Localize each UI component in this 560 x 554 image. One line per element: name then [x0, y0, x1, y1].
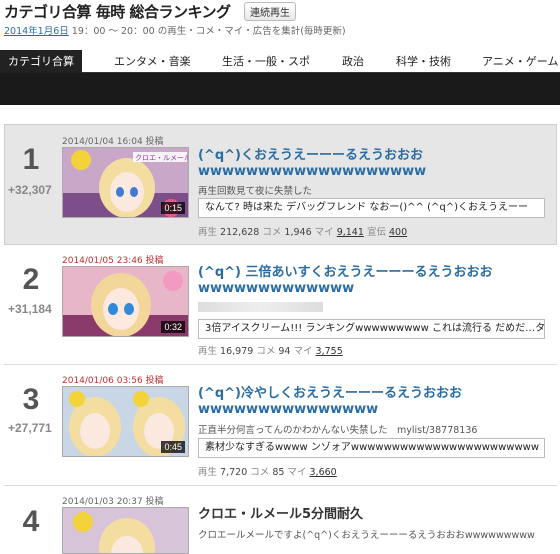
video-duration: 0:15 [161, 202, 185, 214]
latest-comment-box: 素材少なすぎるwwww ンゾォアwwwwwwwwwwwwwwwwwwwwwww [198, 438, 545, 458]
category-tabs: カテゴリ合算 エンタメ・音楽 生活・一般・スポ 政治 科学・技術 アニメ・ゲーム [0, 50, 560, 73]
comment-count: 85 [272, 467, 285, 478]
rank-number: 1 [22, 143, 40, 176]
comment-label: コメ [256, 346, 276, 357]
page-title: カテゴリ合算 毎時 総合ランキング [4, 3, 231, 21]
tab-politics[interactable]: 政治 [342, 50, 364, 73]
video-stats: 再生 16,979 コメ 94 マイ 3,755 [198, 343, 343, 357]
video-title-link[interactable]: (^q^)冷やしくおえうえーーーるえうおおおwwwwwwwwwwwwwww [198, 386, 548, 418]
comment-label: コメ [250, 467, 270, 478]
video-duration: 0:45 [161, 441, 185, 453]
mylist-count-link[interactable]: 9,141 [337, 227, 364, 238]
latest-comment-box: なんて? 時は来た デバッグフレンド なおー()^^ (^q^)くおえうえーー [198, 198, 545, 218]
play-label: 再生 [198, 227, 218, 238]
video-title-link[interactable]: (^q^)くおえうえーーーるえうおおおwwwwwwwwwwwwwwwwwww [198, 148, 548, 180]
thumbnail-image [63, 508, 188, 553]
continuous-play-button[interactable]: 連続再生 [244, 2, 296, 21]
video-thumbnail[interactable]: 0:32 [62, 266, 189, 337]
video-stats: 再生 7,720 コメ 85 マイ 3,660 [198, 464, 337, 478]
mylist-label: マイ [287, 467, 307, 478]
mylist-count-link[interactable]: 3,660 [310, 467, 337, 478]
latest-comment-box: 3倍アイスクリーム!!! ランキングwwwwwwwww これは流行る だめだ…タ… [198, 319, 545, 339]
posted-time: 2014/01/06 03:56 投稿 [62, 376, 164, 386]
tab-entertainment-music[interactable]: エンタメ・音楽 [114, 50, 191, 73]
rank-number: 2 [22, 263, 40, 296]
video-thumbnail[interactable] [62, 507, 189, 554]
posted-time: 2014/01/03 20:37 投稿 [62, 497, 164, 507]
rank-points: +27,771 [8, 421, 52, 435]
posted-time: 2014/01/05 23:46 投稿 [62, 256, 164, 266]
ad-count-link[interactable]: 400 [389, 227, 407, 238]
video-stats: 再生 212,628 コメ 1,946 マイ 9,141 宣伝 400 [198, 224, 407, 238]
play-count: 212,628 [220, 227, 260, 238]
aggregation-info: 2014年1月6日 19：00 〜 20：00 の再生・コメ・マイ・広告を集計(… [4, 23, 346, 37]
page-header: カテゴリ合算 毎時 総合ランキング 連続再生 2014年1月6日 19：00 〜… [0, 0, 560, 50]
comment-label: コメ [262, 227, 282, 238]
mylist-label: マイ [314, 227, 334, 238]
video-description: 正直半分何言ってんのかわかんない失禁した mylist/38778136 [198, 425, 478, 436]
mylist-count-link[interactable]: 3,755 [316, 346, 343, 357]
entry-divider [4, 364, 557, 365]
mylist-label: マイ [293, 346, 313, 357]
video-description: クロエールメールですよ(^q^)くおえうえーーーるえうおおおwwwwwwwww [198, 530, 535, 541]
video-description: 再生回数見て夜に失禁した [198, 186, 313, 197]
tab-category-total[interactable]: カテゴリ合算 [0, 50, 82, 73]
aggregation-text: 19：00 〜 20：00 の再生・コメ・マイ・広告を集計(毎時更新) [68, 26, 346, 37]
rank-number: 4 [22, 505, 40, 538]
posted-time: 2014/01/04 16:04 投稿 [62, 137, 164, 147]
comment-count: 1,946 [284, 227, 312, 238]
rank-number: 3 [22, 383, 40, 416]
rank-points: +31,184 [8, 302, 52, 316]
entry-divider [4, 485, 557, 486]
tab-life-general-sports[interactable]: 生活・一般・スポ [222, 50, 310, 73]
video-title-link[interactable]: クロエ・ルメール5分間耐久 [198, 507, 548, 523]
thumbnail-caption: クロエ・ルメール [135, 154, 189, 162]
video-description-redacted [198, 302, 323, 312]
tab-anime-game[interactable]: アニメ・ゲーム [482, 50, 558, 73]
play-count: 7,720 [220, 467, 248, 478]
play-count: 16,979 [220, 346, 254, 357]
play-label: 再生 [198, 467, 218, 478]
comment-count: 94 [278, 346, 291, 357]
date-link[interactable]: 2014年1月6日 [4, 26, 69, 37]
video-thumbnail[interactable]: クロエ・ルメール 0:15 [62, 147, 189, 218]
play-label: 再生 [198, 346, 218, 357]
video-thumbnail[interactable]: 0:45 [62, 386, 189, 457]
rank-points: +32,307 [8, 183, 52, 197]
ad-label: 宣伝 [366, 227, 386, 238]
video-duration: 0:32 [161, 321, 185, 333]
tab-submenu-bar [0, 73, 560, 105]
tab-science-tech[interactable]: 科学・技術 [396, 50, 451, 73]
video-title-link[interactable]: (^q^) 三倍あいすくおえうえーーーるえうおおおwwwwwwwwwwwww [198, 265, 548, 297]
